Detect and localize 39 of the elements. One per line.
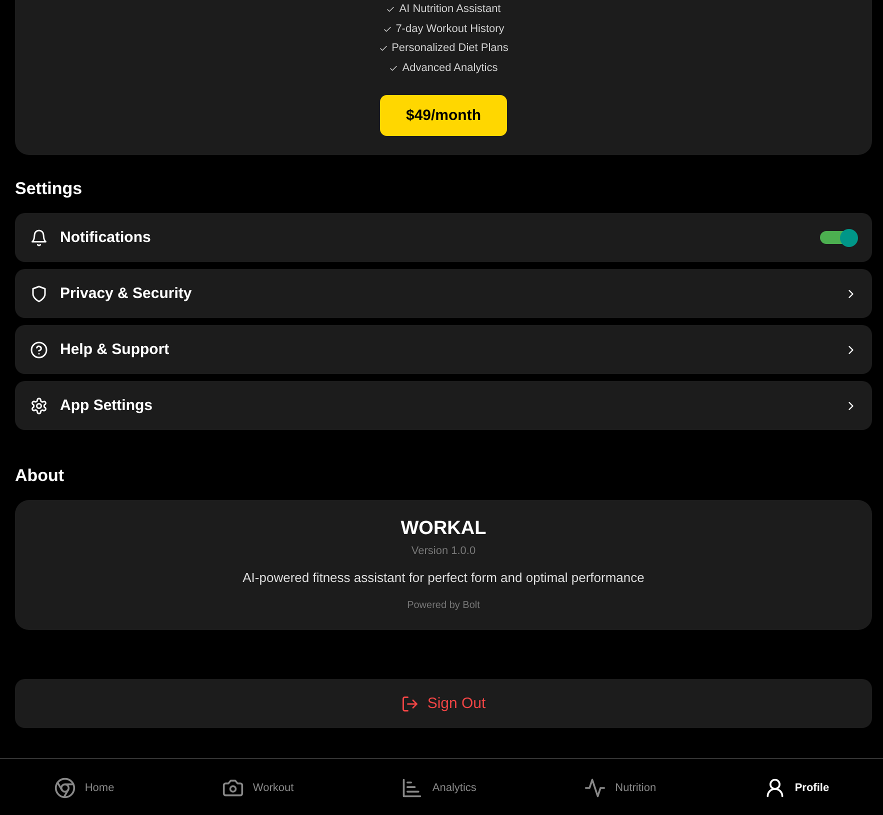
settings-row[interactable]: Help & Support (15, 325, 872, 374)
price-button[interactable]: $49/month (380, 95, 507, 136)
app-description: AI-powered fitness assistant for perfect form and optimal performance (242, 570, 644, 585)
check-icon (389, 64, 398, 73)
feature-text: Personalized Diet Plans (392, 41, 508, 56)
bell-icon (30, 228, 48, 246)
feature-text: Advanced Analytics (402, 60, 498, 76)
help-icon (30, 340, 48, 358)
nav-tab[interactable]: Profile (760, 772, 834, 802)
settings-row[interactable]: Notifications (15, 213, 872, 262)
app-name: WORKAL (400, 518, 486, 540)
row-label: Help & Support (60, 341, 170, 358)
nav-tab[interactable]: Nutrition (580, 772, 660, 802)
version-text: Version 1.0.0 (411, 545, 476, 557)
shield-icon (30, 284, 48, 302)
check-icon (378, 44, 388, 54)
settings-row[interactable]: App Settings (15, 381, 872, 430)
bar-chart-icon (401, 776, 424, 798)
feature-text: AI Nutrition Assistant (399, 2, 501, 17)
section-heading: About (15, 466, 66, 486)
row-label: App Settings (60, 397, 154, 414)
toggle-switch[interactable] (820, 228, 858, 246)
section-heading: Settings (15, 179, 84, 199)
check-icon (382, 24, 392, 34)
nav-tab[interactable]: Workout (218, 772, 298, 802)
check-icon (386, 5, 396, 14)
settings-row[interactable]: Privacy & Security (15, 269, 872, 318)
nav-tab[interactable]: Analytics (397, 772, 480, 802)
row-label: Notifications (60, 229, 152, 246)
sign-out-button[interactable]: Sign Out (15, 679, 872, 728)
circle-logo-icon (54, 776, 76, 798)
row-label: Privacy & Security (60, 285, 193, 302)
feature-text: 7-day Workout History (396, 22, 504, 36)
user-icon (764, 776, 786, 798)
powered-by-text: Powered by Bolt (407, 600, 480, 611)
nav-tab[interactable]: Home (50, 772, 118, 802)
pulse-icon (584, 776, 606, 798)
logout-icon (401, 694, 420, 712)
settings-icon (30, 396, 48, 414)
